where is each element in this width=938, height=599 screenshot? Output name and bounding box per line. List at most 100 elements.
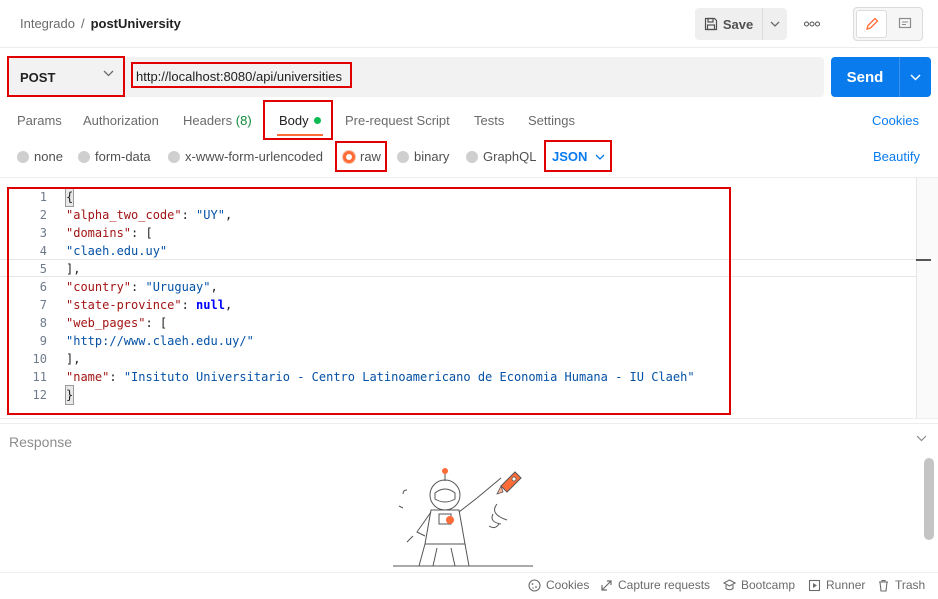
tab-settings[interactable]: Settings (528, 113, 575, 128)
radio-icon (17, 150, 29, 163)
chevron-down-icon (910, 73, 921, 81)
cookie-icon (528, 578, 541, 592)
code-text: ], (66, 262, 81, 276)
radio-icon (466, 150, 478, 163)
code-line: 9 "http://www.claeh.edu.uy/" (0, 332, 916, 350)
body-format-select[interactable]: JSON (552, 149, 605, 164)
body-option-graphql[interactable]: GraphQL (466, 149, 536, 164)
statusbar-runner-button[interactable]: Runner (808, 578, 865, 592)
code-text: "state-province": null, (66, 298, 233, 312)
statusbar-label: Capture requests (618, 578, 711, 592)
statusbar-trash-button[interactable]: Trash (877, 578, 925, 592)
statusbar-label: Trash (895, 578, 926, 592)
code-line: 8 "web_pages": [ (0, 314, 916, 332)
cookies-link[interactable]: Cookies (872, 113, 919, 128)
headers-count: (8) (235, 113, 252, 128)
code-line: 1{ (0, 187, 916, 207)
option-label: form-data (95, 149, 151, 164)
body-format-value: JSON (552, 149, 588, 164)
option-label: raw (360, 149, 381, 164)
body-option-none[interactable]: none (17, 149, 63, 164)
body-editor[interactable]: 1{ 2 "alpha_two_code": "UY", 3 "domains": … (0, 177, 938, 419)
line-number: 8 (39, 316, 47, 330)
comment-icon (898, 17, 911, 29)
code-line: 11 "name": "Insituto Universitario - Cent… (0, 368, 916, 386)
tab-headers[interactable]: Headers (8) (183, 113, 252, 128)
url-value: http://localhost:8080/api/universities (136, 69, 342, 84)
response-scrollbar[interactable] (924, 458, 934, 540)
method-value: POST (20, 69, 56, 85)
code-line: 3 "domains": [ (0, 224, 916, 242)
code-text: "claeh.edu.uy" (66, 244, 168, 258)
statusbar-capture-button[interactable]: Capture requests (600, 578, 710, 592)
tab-authorization[interactable]: Authorization (83, 113, 159, 128)
code-line-active: 5], (0, 259, 916, 277)
line-number: 11 (32, 370, 47, 384)
option-label: GraphQL (483, 149, 537, 164)
line-number: 5 (39, 262, 47, 276)
statusbar-label: Bootcamp (741, 578, 796, 592)
chevron-down-icon[interactable] (916, 435, 927, 442)
chevron-down-icon (770, 21, 780, 27)
editor-scroll-marker (916, 259, 931, 261)
save-button-group: Save (695, 8, 787, 40)
code-text: ], (66, 352, 81, 366)
more-horizontal-icon (804, 21, 820, 27)
breadcrumb: Integrado / postUniversity (20, 16, 181, 31)
save-button[interactable]: Save (695, 8, 763, 40)
body-option-binary[interactable]: binary (397, 149, 449, 164)
radio-icon (78, 150, 90, 163)
code-text: "domains": [ (66, 226, 153, 240)
tab-params[interactable]: Params (17, 113, 62, 128)
tab-headers-label: Headers (183, 113, 233, 128)
save-label: Save (722, 16, 754, 32)
body-indicator-dot (313, 117, 321, 124)
code-text: { (64, 187, 75, 207)
capture-icon (601, 579, 612, 591)
request-name[interactable]: postUniversity (91, 16, 181, 31)
save-options-button[interactable] (763, 8, 787, 40)
body-option-form-data[interactable]: form-data (78, 149, 151, 164)
statusbar-label: Runner (826, 578, 866, 592)
line-number: 12 (32, 388, 47, 402)
more-actions-button[interactable] (800, 8, 824, 40)
editor-scrollbar[interactable] (916, 178, 938, 418)
save-icon (704, 17, 717, 31)
status-bar (0, 572, 938, 599)
send-button-group: Send (831, 57, 931, 97)
statusbar-cookies-button[interactable]: Cookies (528, 578, 589, 592)
code-line: 6 "country": "Uruguay", (0, 278, 916, 296)
body-option-raw[interactable]: raw (343, 149, 381, 164)
send-button[interactable]: Send (831, 57, 899, 97)
edit-mode-button[interactable] (856, 10, 888, 38)
active-tab-underline (277, 134, 323, 136)
tab-pre-request-script[interactable]: Pre-request Script (345, 113, 450, 128)
code-line: 12} (0, 385, 916, 405)
runner-icon (808, 579, 821, 591)
method-select[interactable]: POST (8, 57, 124, 97)
bootcamp-icon (723, 578, 736, 590)
comments-mode-button[interactable] (889, 10, 920, 38)
statusbar-bootcamp-button[interactable]: Bootcamp (723, 578, 795, 592)
breadcrumb-separator: / (80, 16, 85, 31)
line-number: 7 (39, 298, 47, 312)
code-text: } (64, 385, 75, 405)
tab-body[interactable]: Body (279, 113, 321, 128)
url-input[interactable]: http://localhost:8080/api/universities (125, 57, 824, 97)
beautify-link[interactable]: Beautify (873, 149, 920, 164)
breadcrumb-workspace[interactable]: Integrado (20, 16, 75, 31)
line-number: 9 (39, 334, 47, 348)
code-text: "alpha_two_code": "UY", (66, 208, 233, 222)
send-options-button[interactable] (900, 57, 931, 97)
line-number: 4 (39, 244, 47, 258)
view-mode-toggle (853, 7, 923, 41)
option-label: x-www-form-urlencoded (185, 149, 323, 164)
option-label: binary (414, 149, 450, 164)
response-header[interactable] (0, 423, 938, 459)
code-line: 7 "state-province": null, (0, 296, 916, 314)
line-number: 2 (39, 208, 47, 222)
code-line: 10], (0, 350, 916, 368)
body-option-urlencoded[interactable]: x-www-form-urlencoded (168, 149, 323, 164)
tab-tests[interactable]: Tests (474, 113, 504, 128)
radio-selected-icon (343, 150, 355, 163)
